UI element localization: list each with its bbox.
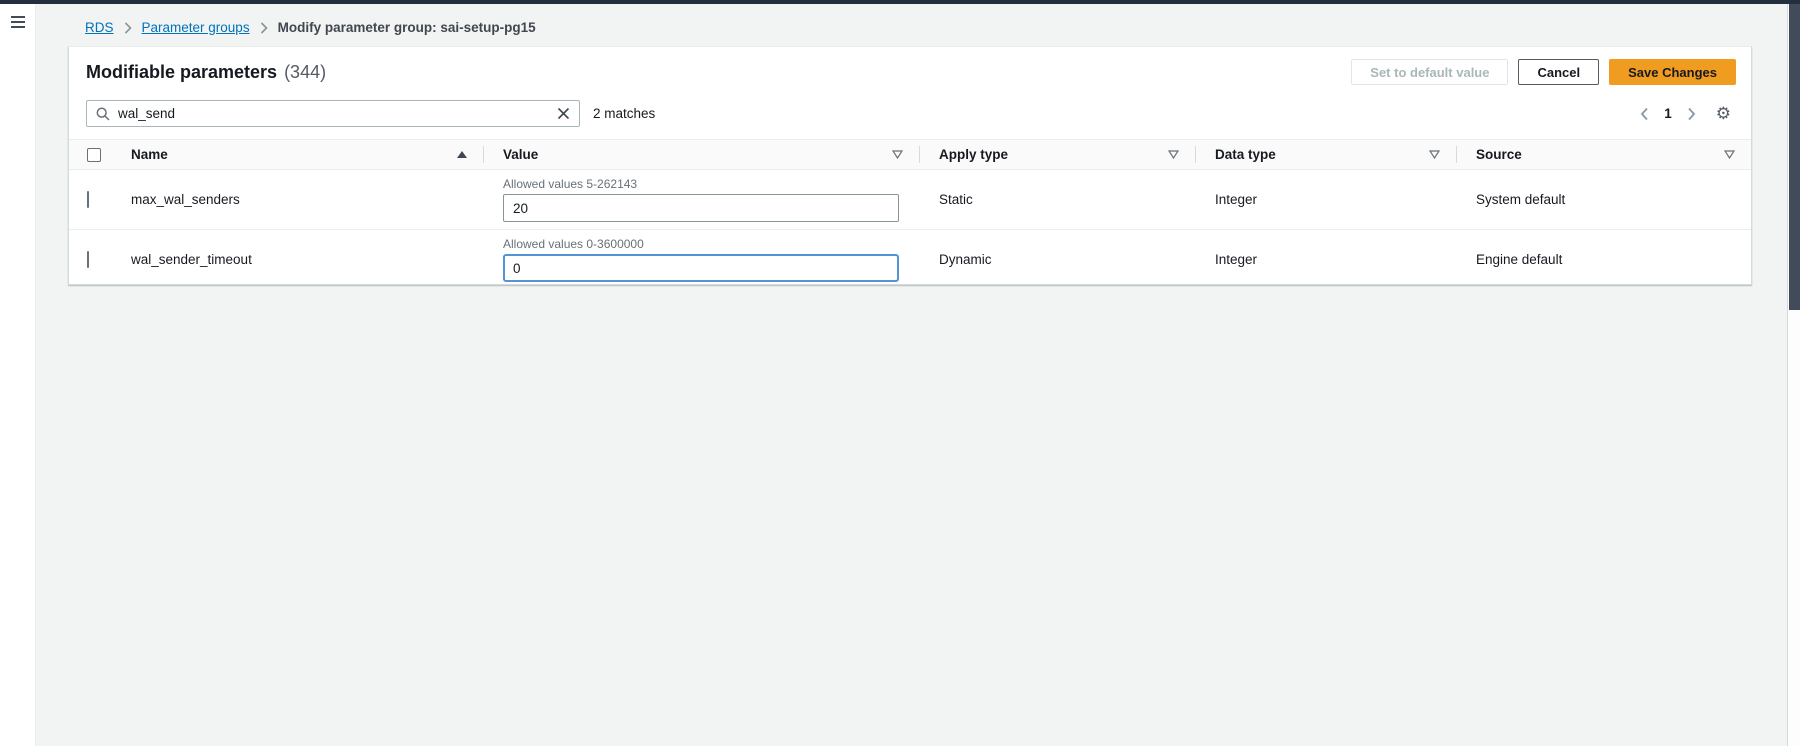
table-row: max_wal_senders Allowed values 5-262143 …: [69, 170, 1751, 230]
search-input[interactable]: [118, 106, 549, 121]
breadcrumb-current: Modify parameter group: sai-setup-pg15: [278, 20, 536, 36]
table-header-row: Name Value Apply type Data type: [69, 140, 1751, 170]
sort-ascending-icon[interactable]: [457, 151, 467, 158]
source: System default: [1456, 192, 1751, 207]
side-rail: [0, 4, 36, 746]
column-label: Name: [131, 147, 168, 162]
row-select-cell: [69, 252, 111, 267]
save-changes-button[interactable]: Save Changes: [1609, 59, 1736, 85]
data-type: Integer: [1195, 192, 1456, 207]
select-all-checkbox[interactable]: [87, 148, 101, 162]
allowed-values-hint: Allowed values 0-3600000: [503, 237, 899, 251]
parameters-table: Name Value Apply type Data type: [69, 139, 1751, 285]
cancel-button[interactable]: Cancel: [1518, 59, 1599, 85]
previous-page-icon[interactable]: [1640, 107, 1649, 121]
column-label: Data type: [1215, 147, 1276, 162]
table-row: wal_sender_timeout Allowed values 0-3600…: [69, 230, 1751, 285]
select-all-cell: [69, 140, 111, 169]
settings-gear-icon[interactable]: ⚙: [1716, 105, 1731, 122]
current-page-number[interactable]: 1: [1664, 106, 1672, 121]
toolbar-row: 2 matches 1 ⚙: [69, 93, 1751, 139]
allowed-values-hint: Allowed values 5-262143: [503, 177, 899, 191]
filter-icon[interactable]: [1724, 150, 1735, 159]
breadcrumb-link-parameter-groups[interactable]: Parameter groups: [142, 20, 250, 36]
column-label: Apply type: [939, 147, 1008, 162]
parameter-name: max_wal_senders: [111, 192, 483, 207]
row-select-cell: [69, 192, 111, 207]
page-scrollbar[interactable]: [1787, 4, 1800, 746]
parameter-value-input[interactable]: [503, 194, 899, 222]
breadcrumb-link-rds[interactable]: RDS: [85, 20, 114, 36]
filter-icon[interactable]: [1429, 150, 1440, 159]
column-label: Source: [1476, 147, 1522, 162]
filter-icon[interactable]: [892, 150, 903, 159]
parameter-value-input[interactable]: [503, 254, 899, 282]
source: Engine default: [1456, 252, 1751, 267]
scrollbar-thumb[interactable]: [1789, 4, 1800, 310]
column-label: Value: [503, 147, 538, 162]
search-icon: [96, 107, 110, 121]
filter-icon[interactable]: [1168, 150, 1179, 159]
set-to-default-button[interactable]: Set to default value: [1351, 59, 1508, 85]
row-checkbox[interactable]: [87, 251, 89, 268]
row-checkbox[interactable]: [87, 191, 89, 208]
pagination: 1 ⚙: [1640, 105, 1734, 122]
clear-search-icon[interactable]: [557, 107, 570, 120]
column-header-apply-type[interactable]: Apply type: [919, 140, 1195, 169]
parameter-count: (344): [284, 62, 326, 83]
parameter-value-cell: Allowed values 5-262143: [483, 177, 919, 222]
chevron-right-icon: [124, 22, 132, 34]
column-header-source[interactable]: Source: [1456, 140, 1751, 169]
parameter-name: wal_sender_timeout: [111, 252, 483, 267]
menu-hamburger-icon[interactable]: [11, 16, 25, 31]
chevron-right-icon: [260, 22, 268, 34]
apply-type: Dynamic: [919, 252, 1195, 267]
apply-type: Static: [919, 192, 1195, 207]
data-type: Integer: [1195, 252, 1456, 267]
header-actions: Set to default value Cancel Save Changes: [1351, 59, 1736, 85]
modifiable-parameters-card: Modifiable parameters (344) Set to defau…: [68, 46, 1752, 285]
column-header-value[interactable]: Value: [483, 140, 919, 169]
search-box[interactable]: [86, 100, 580, 127]
parameter-value-cell: Allowed values 0-3600000: [483, 237, 919, 282]
next-page-icon[interactable]: [1687, 107, 1696, 121]
page-title: Modifiable parameters: [86, 62, 277, 83]
top-nav-edge: [0, 0, 1800, 4]
match-count: 2 matches: [593, 106, 655, 121]
card-header: Modifiable parameters (344) Set to defau…: [69, 47, 1751, 93]
column-header-name[interactable]: Name: [111, 140, 483, 169]
column-header-data-type[interactable]: Data type: [1195, 140, 1456, 169]
breadcrumb: RDS Parameter groups Modify parameter gr…: [85, 20, 536, 36]
